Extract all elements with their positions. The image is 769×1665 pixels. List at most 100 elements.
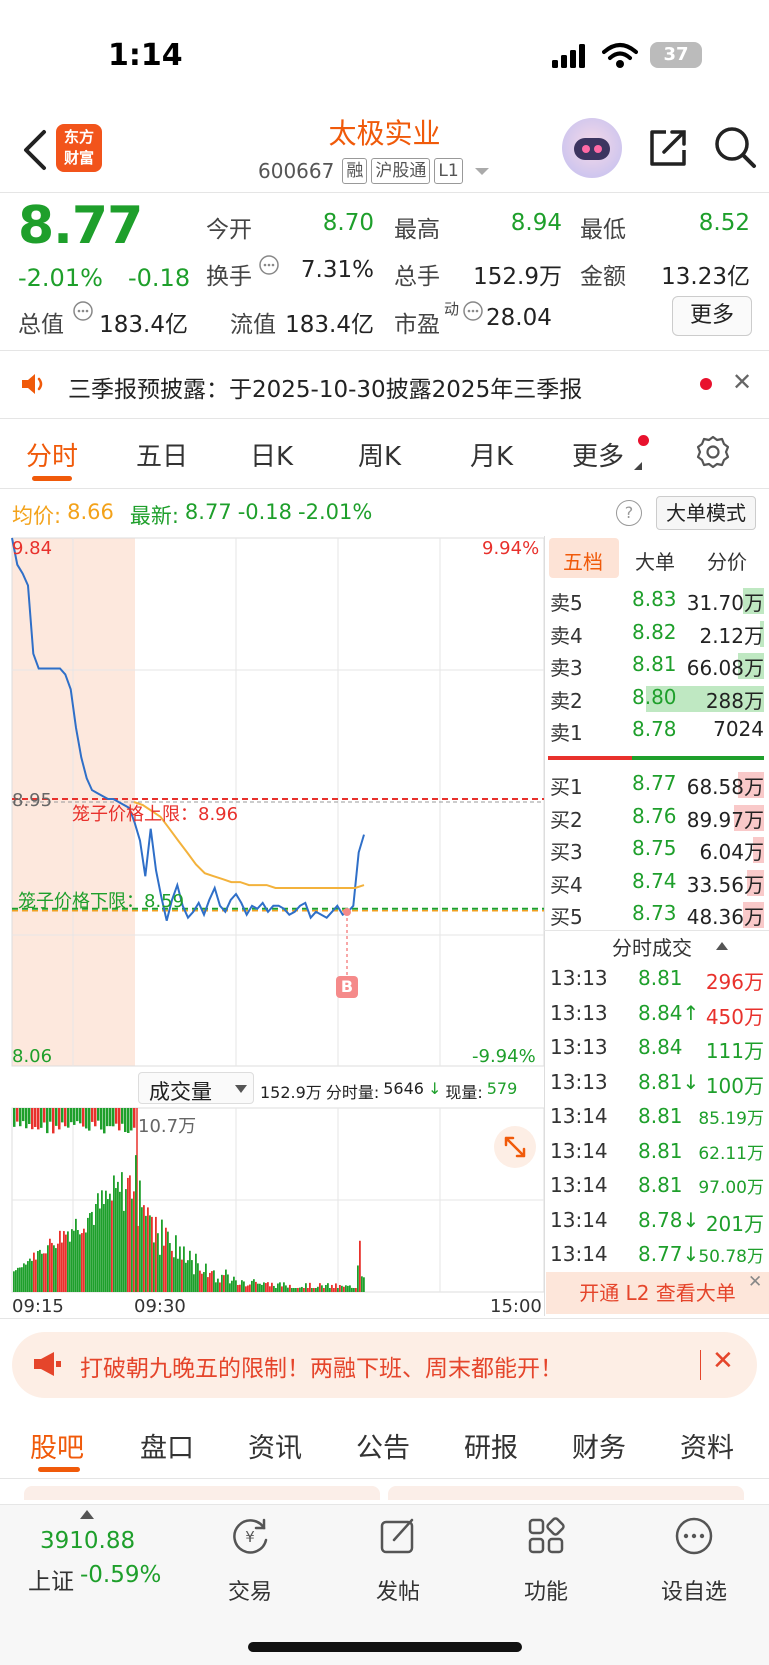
tick-row[interactable]: 13:14 8.78↓ 201万 bbox=[550, 1204, 764, 1238]
ask-level-row[interactable]: 卖1 8.78 7024 bbox=[550, 714, 764, 746]
volume-bar bbox=[241, 1280, 243, 1292]
volume-bar bbox=[247, 1285, 249, 1292]
tab-news[interactable]: 资讯 bbox=[248, 1426, 302, 1465]
bid-level-row[interactable]: 买2 8.76 89.97万 bbox=[550, 801, 764, 833]
tab-financials[interactable]: 财务 bbox=[572, 1426, 626, 1465]
assistant-robot-avatar[interactable] bbox=[562, 118, 622, 178]
gear-icon[interactable] bbox=[696, 435, 730, 469]
buy-marker[interactable]: B bbox=[336, 976, 358, 998]
ask-level-row[interactable]: 卖3 8.81 66.08万 bbox=[550, 649, 764, 681]
volume-bar bbox=[149, 1215, 151, 1292]
volume-bar bbox=[59, 1230, 61, 1292]
auction-volume-bar bbox=[70, 1108, 73, 1123]
volume-bar bbox=[61, 1242, 63, 1292]
volume-bar bbox=[303, 1288, 305, 1292]
tick-time: 13:14 bbox=[550, 1138, 608, 1163]
help-icon[interactable]: ? bbox=[616, 500, 642, 526]
index-percent: -0.59% bbox=[80, 1562, 162, 1588]
open-l2-banner[interactable]: 开通 L2 查看大单 bbox=[546, 1272, 769, 1314]
volume-bar bbox=[99, 1208, 101, 1292]
auction-volume-bar bbox=[67, 1108, 70, 1128]
volume-bar bbox=[143, 1205, 145, 1292]
volume-bar bbox=[175, 1235, 177, 1292]
l2-close-icon[interactable]: ✕ bbox=[748, 1272, 762, 1292]
trade-icon[interactable]: ¥ bbox=[228, 1514, 272, 1558]
index-quote[interactable]: 上证 -0.59% bbox=[28, 1562, 161, 1596]
bid-level-row[interactable]: 买1 8.77 68.58万 bbox=[550, 768, 764, 800]
lower-limit-label: 笼子价格下限：8.59 bbox=[18, 891, 185, 912]
nav-post[interactable]: 发帖 bbox=[366, 1574, 430, 1606]
post-icon[interactable] bbox=[376, 1514, 420, 1558]
more-options-icon[interactable] bbox=[672, 1514, 716, 1558]
tab-five-levels[interactable]: 五档 bbox=[563, 546, 603, 575]
volume-bar bbox=[239, 1284, 241, 1292]
volume-bar bbox=[41, 1253, 43, 1292]
content-card-preview bbox=[388, 1486, 744, 1500]
functions-icon[interactable] bbox=[524, 1514, 568, 1558]
nav-functions[interactable]: 功能 bbox=[514, 1574, 578, 1606]
intraday-chart[interactable] bbox=[0, 0, 546, 1320]
bid-level-volume: 48.36万 bbox=[686, 905, 764, 929]
search-icon[interactable] bbox=[712, 124, 758, 170]
auction-volume-bar bbox=[127, 1108, 130, 1133]
big-order-mode-button[interactable]: 大单模式 bbox=[656, 496, 756, 530]
promo-text[interactable]: 打破朝九晚五的限制！两融下班、周末都能开！ bbox=[80, 1349, 563, 1383]
tab-profile[interactable]: 资料 bbox=[680, 1426, 734, 1465]
tab-more[interactable]: 更多 bbox=[572, 436, 624, 473]
indicator-selector-label: 成交量 bbox=[149, 1080, 212, 1104]
tab-guba[interactable]: 股吧 bbox=[30, 1426, 84, 1465]
y-axis-mid-price: 8.95 bbox=[12, 790, 53, 811]
bid-level-row[interactable]: 买4 8.74 33.56万 bbox=[550, 866, 764, 898]
nav-trade[interactable]: 交易 bbox=[218, 1574, 282, 1606]
volume-bar bbox=[219, 1282, 221, 1292]
tick-row[interactable]: 13:13 8.81 296万 bbox=[550, 962, 764, 996]
bid-level-row[interactable]: 买5 8.73 48.36万 bbox=[550, 898, 764, 930]
volume-bar bbox=[169, 1243, 171, 1292]
tick-volume: 97.00万 bbox=[698, 1178, 764, 1198]
tick-row[interactable]: 13:14 8.81 97.00万 bbox=[550, 1169, 764, 1203]
tick-price: 8.81 bbox=[638, 966, 683, 990]
tick-row[interactable]: 13:14 8.81 62.11万 bbox=[550, 1135, 764, 1169]
tick-row[interactable]: 13:13 8.81↓ 100万 bbox=[550, 1066, 764, 1100]
tab-research[interactable]: 研报 bbox=[464, 1426, 518, 1465]
tick-row[interactable]: 13:13 8.84 111万 bbox=[550, 1031, 764, 1065]
more-quote-button[interactable]: 更多 bbox=[672, 296, 752, 336]
nav-add-watchlist[interactable]: 设自选 bbox=[654, 1574, 734, 1606]
volume-bar bbox=[173, 1257, 175, 1292]
volume-bar bbox=[23, 1263, 25, 1292]
tab-price-distribution[interactable]: 分价 bbox=[707, 546, 747, 575]
tick-row[interactable]: 13:14 8.77↓ 50.78万 bbox=[550, 1238, 764, 1272]
volume-bar bbox=[283, 1282, 285, 1292]
share-icon[interactable] bbox=[646, 126, 690, 170]
volume-bar bbox=[265, 1283, 267, 1292]
volume-bar bbox=[291, 1288, 293, 1292]
tick-row[interactable]: 13:13 8.84↑ 450万 bbox=[550, 997, 764, 1031]
volume-bar bbox=[259, 1283, 261, 1292]
volume-bar bbox=[225, 1269, 227, 1292]
fullscreen-button[interactable] bbox=[494, 1126, 536, 1168]
volume-bar bbox=[171, 1250, 173, 1292]
collapse-triangle-icon[interactable] bbox=[716, 942, 728, 950]
ask-level-row[interactable]: 卖4 8.82 2.12万 bbox=[550, 617, 764, 649]
tab-announcements[interactable]: 公告 bbox=[356, 1426, 410, 1465]
ask-level-row[interactable]: 卖2 8.80 288万 bbox=[550, 682, 764, 714]
tick-row[interactable]: 13:14 8.81 85.19万 bbox=[550, 1100, 764, 1134]
ticks-title[interactable]: 分时成交 bbox=[612, 932, 692, 961]
indicator-selector[interactable]: 成交量 bbox=[138, 1072, 254, 1104]
volume-bar bbox=[335, 1283, 337, 1292]
volume-bar bbox=[341, 1285, 343, 1292]
notice-close-icon[interactable]: ✕ bbox=[732, 368, 752, 396]
volume-bar bbox=[261, 1284, 263, 1292]
expand-up-icon[interactable] bbox=[80, 1510, 94, 1519]
tab-big-orders[interactable]: 大单 bbox=[635, 546, 675, 575]
volume-bar bbox=[361, 1276, 363, 1292]
volume-bar bbox=[151, 1216, 153, 1292]
bid-level-row[interactable]: 买3 8.75 6.04万 bbox=[550, 833, 764, 865]
bid-level-price: 8.73 bbox=[632, 901, 677, 925]
index-value[interactable]: 3910.88 bbox=[40, 1528, 135, 1554]
tab-order-book[interactable]: 盘口 bbox=[140, 1426, 194, 1465]
volume-bar bbox=[197, 1263, 199, 1292]
promo-close-icon[interactable]: ✕ bbox=[712, 1346, 734, 1376]
ask-level-row[interactable]: 卖5 8.83 31.70万 bbox=[550, 584, 764, 616]
volume-bar bbox=[155, 1216, 157, 1292]
